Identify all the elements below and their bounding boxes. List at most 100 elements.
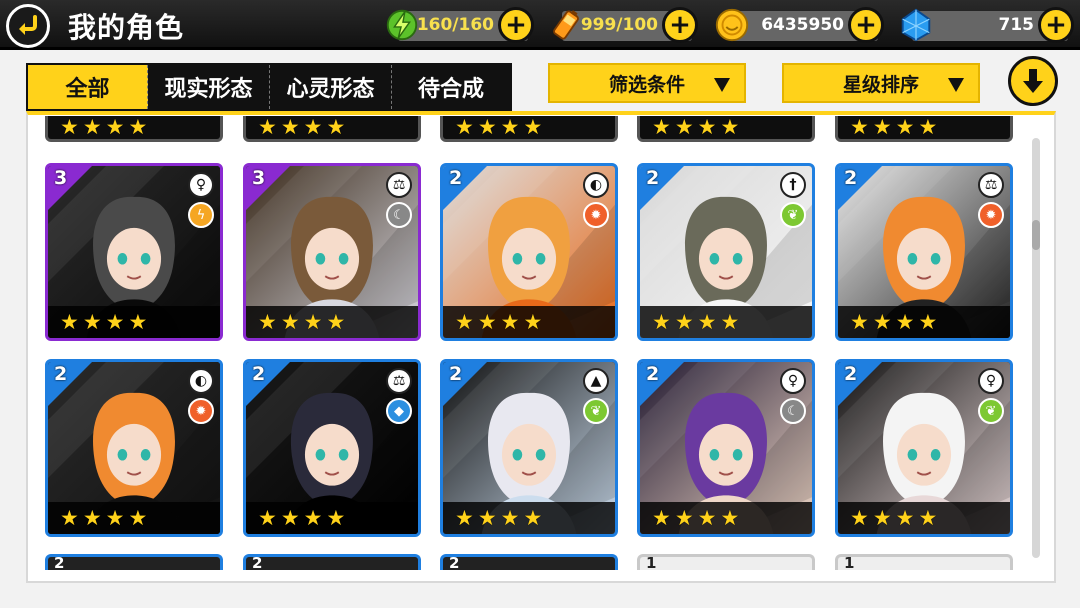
- star-icon: ★: [872, 309, 892, 334]
- character-card-partial[interactable]: 2: [440, 554, 618, 572]
- character-rank: 2: [252, 554, 263, 572]
- character-card[interactable]: 3 ♀ ϟ ★ ★ ★ ★: [45, 163, 223, 341]
- star-icon: ★: [872, 115, 892, 139]
- character-card[interactable]: 2 † ❦ ★ ★ ★ ★: [637, 163, 815, 341]
- back-arrow-icon: [19, 15, 37, 35]
- character-rank: 3: [54, 167, 68, 189]
- star-icon: ★: [280, 505, 300, 530]
- element-nature-icon: ❦: [583, 398, 609, 424]
- character-card-partial[interactable]: 2: [243, 554, 421, 572]
- character-card-partial[interactable]: ★ ★ ★ ★: [637, 116, 815, 142]
- character-card[interactable]: 2 ⚖ ◆ ★ ★ ★ ★: [243, 359, 421, 537]
- star-icon: ★: [60, 115, 79, 139]
- tab-spirit-form[interactable]: 心灵形态: [270, 65, 392, 109]
- star-icon: ★: [105, 505, 125, 530]
- star-rating: ★ ★ ★ ★: [443, 502, 615, 534]
- add-gold-button[interactable]: +: [848, 7, 884, 43]
- star-icon: ★: [105, 115, 125, 139]
- star-icon: ★: [872, 505, 892, 530]
- star-icon: ★: [326, 115, 346, 139]
- page-title: 我的角色: [68, 11, 185, 44]
- character-card[interactable]: 2 ◐ ✹ ★ ★ ★ ★: [440, 163, 618, 341]
- character-card-partial[interactable]: ★ ★ ★ ★: [440, 116, 618, 142]
- element-fire-icon: ✹: [978, 202, 1004, 228]
- element-water-icon: ◆: [386, 398, 412, 424]
- star-icon: ★: [918, 115, 938, 139]
- element-dark-icon: ☾: [386, 202, 412, 228]
- character-card-partial[interactable]: ★ ★ ★ ★: [45, 116, 223, 142]
- balance-scale-icon: ⚖: [386, 172, 412, 198]
- character-card-partial[interactable]: 1: [637, 554, 815, 572]
- character-card-partial[interactable]: 1: [835, 554, 1013, 572]
- character-card-partial[interactable]: 2: [45, 554, 223, 572]
- blue-gem-icon: [896, 5, 936, 45]
- triforce-icon: ▲: [583, 368, 609, 394]
- gold-counter: 6435950 +: [715, 7, 884, 43]
- character-card[interactable]: 2 ▲ ❦ ★ ★ ★ ★: [440, 359, 618, 537]
- star-icon: ★: [60, 309, 79, 334]
- star-rating: ★ ★ ★ ★: [48, 306, 220, 338]
- tab-all[interactable]: 全部: [28, 65, 148, 109]
- character-card[interactable]: 2 ◐ ✹ ★ ★ ★ ★: [45, 359, 223, 537]
- star-icon: ★: [523, 505, 543, 530]
- star-rating: ★ ★ ★ ★: [443, 306, 615, 338]
- gem-counter: 715 +: [901, 7, 1074, 43]
- star-icon: ★: [60, 505, 79, 530]
- star-icon: ★: [674, 115, 694, 139]
- add-stamina-button[interactable]: +: [498, 7, 534, 43]
- tab-reality-form[interactable]: 现实形态: [148, 65, 270, 109]
- sword-icon: †: [780, 172, 806, 198]
- star-icon: ★: [82, 505, 102, 530]
- shield-icon: ◐: [583, 172, 609, 198]
- star-icon: ★: [523, 115, 543, 139]
- star-icon: ★: [674, 505, 694, 530]
- star-icon: ★: [720, 505, 740, 530]
- character-rank: 1: [844, 554, 855, 572]
- scrollbar-thumb[interactable]: [1032, 220, 1040, 250]
- star-icon: ★: [697, 309, 717, 334]
- character-card[interactable]: 2 ♀ ☾ ★ ★ ★ ★: [637, 359, 815, 537]
- star-icon: ★: [82, 309, 102, 334]
- star-rating: ★ ★ ★ ★: [246, 306, 418, 338]
- character-rank: 2: [646, 363, 660, 385]
- female-symbol-icon: ♀: [978, 368, 1004, 394]
- star-icon: ★: [258, 115, 277, 139]
- star-icon: ★: [258, 505, 277, 530]
- star-icon: ★: [82, 115, 102, 139]
- star-icon: ★: [652, 309, 671, 334]
- star-icon: ★: [697, 115, 717, 139]
- star-icon: ★: [280, 309, 300, 334]
- star-icon: ★: [697, 505, 717, 530]
- element-nature-icon: ❦: [780, 202, 806, 228]
- shield-icon: ◐: [188, 368, 214, 394]
- character-card[interactable]: 2 ♀ ❦ ★ ★ ★ ★: [835, 359, 1013, 537]
- dropdown-triangle-icon: [714, 78, 730, 92]
- dropdown-triangle-icon: [948, 78, 964, 92]
- character-card[interactable]: 2 ⚖ ✹ ★ ★ ★ ★: [835, 163, 1013, 341]
- character-card-partial[interactable]: ★ ★ ★ ★: [243, 116, 421, 142]
- filter-dropdown[interactable]: 筛选条件: [548, 63, 746, 103]
- element-nature-icon: ❦: [978, 398, 1004, 424]
- add-gems-button[interactable]: +: [1038, 7, 1074, 43]
- balance-scale-icon: ⚖: [978, 172, 1004, 198]
- star-icon: ★: [652, 505, 671, 530]
- star-icon: ★: [674, 309, 694, 334]
- star-icon: ★: [280, 115, 300, 139]
- sort-direction-button[interactable]: [1008, 56, 1058, 106]
- add-energy-button[interactable]: +: [662, 7, 698, 43]
- element-fire-icon: ✹: [188, 398, 214, 424]
- character-card-partial[interactable]: ★ ★ ★ ★: [835, 116, 1013, 142]
- tab-to-synthesize[interactable]: 待合成: [392, 65, 510, 109]
- character-rank: 2: [449, 167, 463, 189]
- character-card[interactable]: 3 ⚖ ☾ ★ ★ ★ ★: [243, 163, 421, 341]
- star-rating: ★ ★ ★ ★: [838, 502, 1010, 534]
- star-icon: ★: [720, 115, 740, 139]
- scrollbar[interactable]: [1032, 138, 1040, 558]
- back-button[interactable]: [6, 4, 50, 48]
- star-icon: ★: [720, 309, 740, 334]
- star-icon: ★: [303, 505, 323, 530]
- star-icon: ★: [500, 505, 520, 530]
- element-light-icon: ϟ: [188, 202, 214, 228]
- sort-dropdown[interactable]: 星级排序: [782, 63, 980, 103]
- star-icon: ★: [918, 505, 938, 530]
